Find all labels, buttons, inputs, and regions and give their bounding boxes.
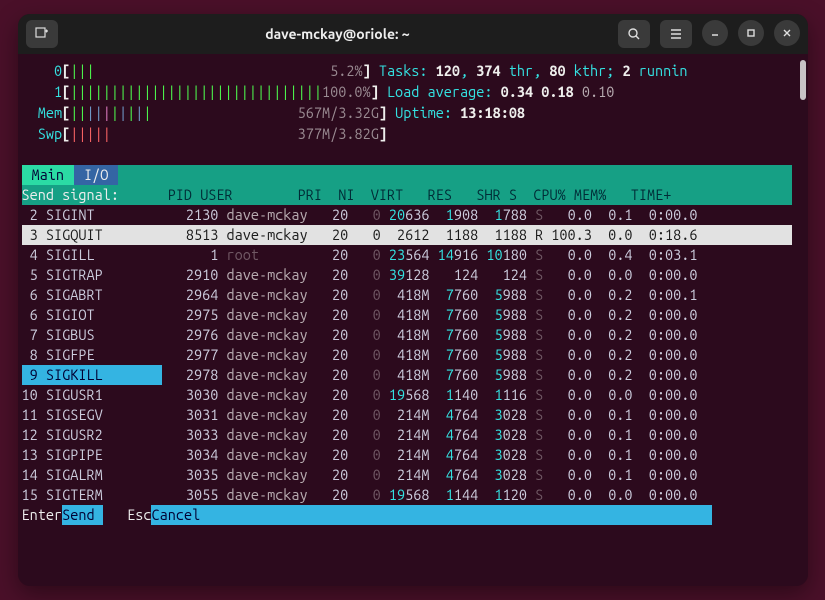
process-row[interactable]: 10 SIGUSR1 3030 dave-mckay 20 0 19568 11…: [22, 385, 792, 405]
signal-item[interactable]: 12 SIGUSR2: [22, 425, 162, 445]
signal-item[interactable]: 15 SIGTERM: [22, 485, 162, 505]
process-row[interactable]: 9 SIGKILL 2978 dave-mckay 20 0 418M 7760…: [22, 365, 792, 385]
signal-item[interactable]: 3 SIGQUIT: [22, 225, 162, 245]
process-row[interactable]: 2 SIGINT 2130 dave-mckay 20 0 20636 1908…: [22, 205, 792, 225]
process-row[interactable]: 5 SIGTRAP 2910 dave-mckay 20 0 39128 124…: [22, 265, 792, 285]
signal-item[interactable]: 8 SIGFPE: [22, 345, 162, 365]
mem-meter: Mem[|||||||||| 567M/3.32G] Uptime: 13:18…: [22, 102, 792, 123]
search-icon: [627, 27, 641, 41]
process-row[interactable]: 8 SIGFPE 2977 dave-mckay 20 0 418M 7760 …: [22, 345, 792, 365]
process-row[interactable]: 14 SIGALRM 3035 dave-mckay 20 0 214M 476…: [22, 465, 792, 485]
menu-button[interactable]: [660, 20, 692, 48]
send-action[interactable]: Send: [62, 505, 103, 525]
minimize-button[interactable]: [702, 20, 728, 46]
blank-row: [22, 144, 792, 165]
signal-item[interactable]: 10 SIGUSR1: [22, 385, 162, 405]
cancel-action[interactable]: Cancel: [151, 505, 711, 525]
enter-key-label: Enter: [22, 506, 63, 523]
esc-key-label: Esc: [127, 506, 151, 523]
new-tab-icon: [35, 27, 49, 41]
process-row[interactable]: 12 SIGUSR2 3033 dave-mckay 20 0 214M 476…: [22, 425, 792, 445]
signal-item[interactable]: 14 SIGALRM: [22, 465, 162, 485]
signal-item[interactable]: 2 SIGINT: [22, 205, 162, 225]
cpu0-meter: 0[||| 5.2%] Tasks: 120, 374 thr, 80 kthr…: [22, 60, 792, 81]
cpu1-meter: 1[|||||||||||||||||||||||||||||||100.0%]…: [22, 81, 792, 102]
column-headers: Send signal: PID USER PRI NI VIRT RES SH…: [22, 185, 792, 205]
signal-item[interactable]: 6 SIGABRT: [22, 285, 162, 305]
tab-bar: Main I/O: [22, 165, 792, 185]
minimize-icon: [709, 27, 721, 39]
process-list: 2 SIGINT 2130 dave-mckay 20 0 20636 1908…: [22, 205, 792, 505]
signal-item[interactable]: 13 SIGPIPE: [22, 445, 162, 465]
footer-bar: EnterSend EscCancel: [22, 505, 792, 525]
send-signal-label: Send signal:: [22, 186, 119, 203]
close-icon: [781, 27, 793, 39]
signal-item[interactable]: 5 SIGTRAP: [22, 265, 162, 285]
signal-item[interactable]: 7 SIGBUS: [22, 325, 162, 345]
signal-item[interactable]: 6 SIGIOT: [22, 305, 162, 325]
swp-meter: Swp[||||| 377M/3.82G]: [22, 123, 792, 144]
process-row[interactable]: 3 SIGQUIT 8513 dave-mckay 20 0 2612 1188…: [22, 225, 792, 245]
process-row[interactable]: 11 SIGSEGV 3031 dave-mckay 20 0 214M 476…: [22, 405, 792, 425]
hamburger-icon: [669, 27, 683, 41]
scrollbar-thumb[interactable]: [800, 60, 806, 100]
signal-item-selected[interactable]: 9 SIGKILL: [22, 365, 162, 385]
maximize-button[interactable]: [738, 20, 764, 46]
process-row[interactable]: 7 SIGBUS 2976 dave-mckay 20 0 418M 7760 …: [22, 325, 792, 345]
terminal-body[interactable]: 0[||| 5.2%] Tasks: 120, 374 thr, 80 kthr…: [18, 54, 808, 586]
signal-item[interactable]: 4 SIGILL: [22, 245, 162, 265]
process-row[interactable]: 15 SIGTERM 3055 dave-mckay 20 0 19568 11…: [22, 485, 792, 505]
tab-main[interactable]: Main: [22, 165, 74, 185]
signal-item[interactable]: 11 SIGSEGV: [22, 405, 162, 425]
terminal-window: dave-mckay@oriole: ~ 0[|||: [18, 14, 808, 586]
window-title: dave-mckay@oriole: ~: [66, 26, 610, 42]
process-row[interactable]: 13 SIGPIPE 3034 dave-mckay 20 0 214M 476…: [22, 445, 792, 465]
search-button[interactable]: [618, 20, 650, 48]
process-row[interactable]: 6 SIGABRT 2964 dave-mckay 20 0 418M 7760…: [22, 285, 792, 305]
process-row[interactable]: 4 SIGILL 1 root 20 0 23564 14916 10180 S…: [22, 245, 792, 265]
process-row[interactable]: 6 SIGIOT 2975 dave-mckay 20 0 418M 7760 …: [22, 305, 792, 325]
maximize-icon: [745, 27, 757, 39]
tab-io[interactable]: I/O: [74, 165, 118, 185]
close-button[interactable]: [774, 20, 800, 46]
new-tab-button[interactable]: [26, 20, 58, 48]
titlebar: dave-mckay@oriole: ~: [18, 14, 808, 54]
